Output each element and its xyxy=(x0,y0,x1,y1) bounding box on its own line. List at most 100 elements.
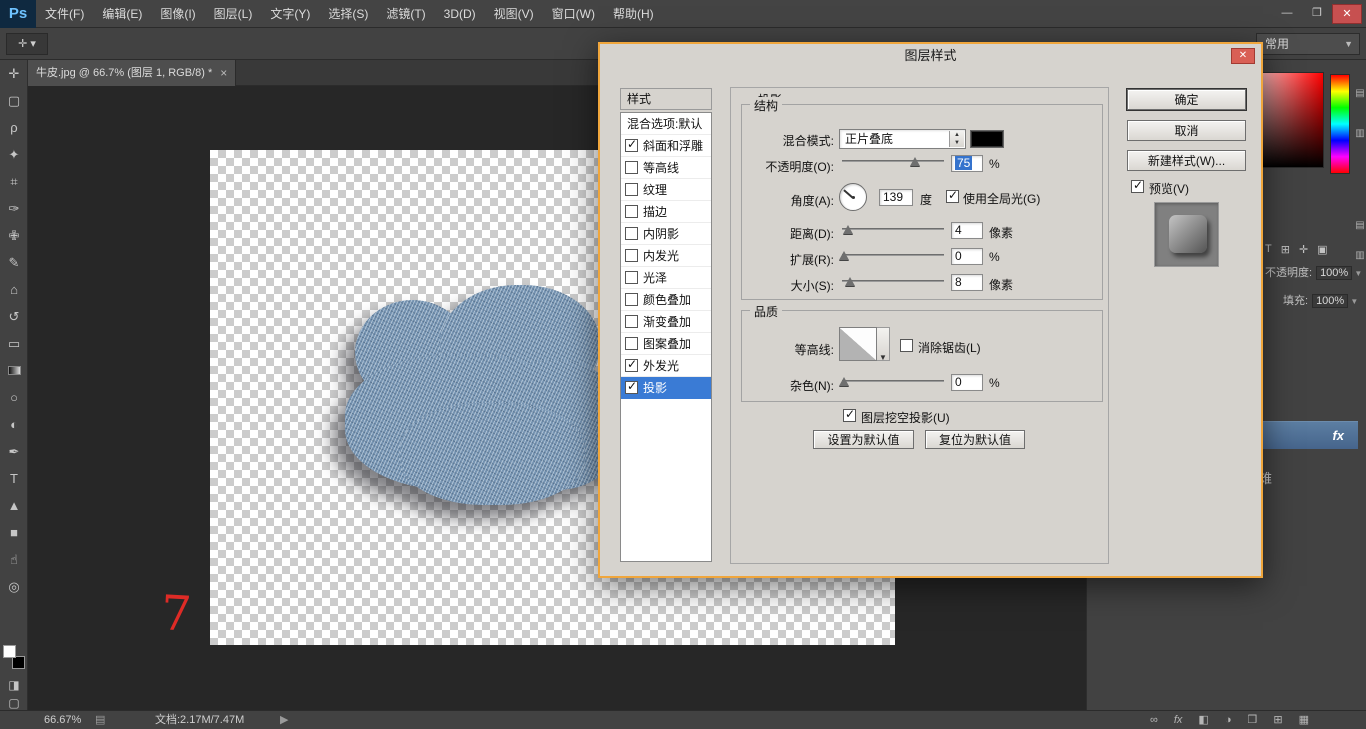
menu-help[interactable]: 帮助(H) xyxy=(604,0,663,28)
style-item-stroke[interactable]: 描边 xyxy=(621,201,711,223)
history-brush-tool-icon[interactable]: ↺ xyxy=(0,303,28,330)
menu-type[interactable]: 文字(Y) xyxy=(261,0,319,28)
ok-button[interactable]: 确定 xyxy=(1127,89,1246,110)
checkbox[interactable] xyxy=(625,161,638,174)
move-tool-icon[interactable]: ✛ xyxy=(0,60,28,87)
shape-tool-icon[interactable]: ■ xyxy=(0,519,28,546)
lock-pixels-icon[interactable]: ⊞ xyxy=(1281,243,1290,256)
screen-mode-icon[interactable]: ▢ xyxy=(0,696,28,710)
style-item-outer-glow[interactable]: 外发光 xyxy=(621,355,711,377)
set-default-button[interactable]: 设置为默认值 xyxy=(813,430,914,449)
menu-view[interactable]: 视图(V) xyxy=(485,0,543,28)
style-item-contour[interactable]: 等高线 xyxy=(621,157,711,179)
panel-dock-icon[interactable]: ▤ xyxy=(1353,88,1366,99)
layer-fill-value[interactable]: 100% xyxy=(1312,294,1348,308)
workspace-switcher[interactable]: 常用 ▼ xyxy=(1256,33,1360,55)
layer-effects-badge[interactable]: fx xyxy=(1332,428,1344,443)
slider-thumb[interactable] xyxy=(843,225,853,234)
status-expander-icon[interactable]: ▶ xyxy=(280,711,288,729)
menu-3d[interactable]: 3D(D) xyxy=(435,0,485,28)
slider-thumb[interactable] xyxy=(839,251,849,260)
menu-filter[interactable]: 滤镜(T) xyxy=(377,0,434,28)
distance-slider[interactable] xyxy=(842,221,944,237)
shadow-color-swatch[interactable] xyxy=(970,130,1004,148)
brush-tool-icon[interactable]: ✎ xyxy=(0,249,28,276)
chevron-down-icon[interactable]: ▼ xyxy=(1348,297,1358,306)
angle-dial[interactable] xyxy=(839,183,867,211)
menu-window[interactable]: 窗口(W) xyxy=(543,0,604,28)
style-item-blending-options[interactable]: 混合选项:默认 xyxy=(621,113,711,135)
style-item-gradient-overlay[interactable]: 渐变叠加 xyxy=(621,311,711,333)
contour-dropdown-icon[interactable]: ▼ xyxy=(877,327,890,361)
path-select-tool-icon[interactable]: ▲ xyxy=(0,492,28,519)
style-item-texture[interactable]: 纹理 xyxy=(621,179,711,201)
type-tool-icon[interactable]: T xyxy=(0,465,28,492)
antialias-checkbox[interactable] xyxy=(900,339,913,352)
blur-tool-icon[interactable]: ○ xyxy=(0,384,28,411)
size-slider[interactable] xyxy=(842,273,944,289)
healing-tool-icon[interactable]: ✙ xyxy=(0,222,28,249)
layer-mask-icon[interactable]: ◧ xyxy=(1198,711,1208,729)
new-style-button[interactable]: 新建样式(W)... xyxy=(1127,150,1246,171)
noise-slider[interactable] xyxy=(842,373,944,389)
gradient-tool-icon[interactable] xyxy=(0,357,28,384)
panel-dock-icon[interactable]: ▥ xyxy=(1353,128,1366,139)
distance-value-field[interactable]: 4 xyxy=(951,222,983,239)
size-value-field[interactable]: 8 xyxy=(951,274,983,291)
tab-close-icon[interactable]: × xyxy=(220,67,227,79)
spread-value-field[interactable]: 0 xyxy=(951,248,983,265)
move-tool-preset-icon[interactable]: ✛ ▾ xyxy=(6,33,48,55)
dialog-close-icon[interactable]: ✕ xyxy=(1231,48,1255,64)
delete-layer-icon[interactable]: ▦ xyxy=(1299,711,1309,729)
panel-dock-icon[interactable]: ▥ xyxy=(1353,250,1366,261)
style-item-bevel-emboss[interactable]: 斜面和浮雕 xyxy=(621,135,711,157)
foreground-background-colors[interactable] xyxy=(3,645,25,669)
reset-default-button[interactable]: 复位为默认值 xyxy=(925,430,1025,449)
close-button[interactable]: ✕ xyxy=(1332,4,1362,24)
checkbox[interactable] xyxy=(625,337,638,350)
angle-value-field[interactable]: 139 xyxy=(879,189,913,206)
checkbox[interactable] xyxy=(625,293,638,306)
lock-all-icon[interactable]: ▣ xyxy=(1317,243,1327,256)
quick-mask-icon[interactable]: ◨ xyxy=(0,678,28,692)
restore-button[interactable]: ❐ xyxy=(1302,4,1332,24)
checkbox-checked[interactable] xyxy=(625,359,638,372)
marquee-tool-icon[interactable]: ▢ xyxy=(0,87,28,114)
checkbox[interactable] xyxy=(625,271,638,284)
checkbox-checked[interactable] xyxy=(625,139,638,152)
layer-opacity-value[interactable]: 100% xyxy=(1316,266,1352,280)
global-light-checkbox[interactable] xyxy=(946,190,959,203)
eyedropper-tool-icon[interactable]: ✑ xyxy=(0,195,28,222)
checkbox[interactable] xyxy=(625,205,638,218)
panel-dock-icon[interactable]: ▤ xyxy=(1353,220,1366,231)
checkbox-checked[interactable] xyxy=(625,381,638,394)
layer-knockout-checkbox[interactable] xyxy=(843,409,856,422)
quick-select-tool-icon[interactable]: ✦ xyxy=(0,141,28,168)
zoom-level[interactable]: 66.67% xyxy=(44,711,81,729)
menu-layer[interactable]: 图层(L) xyxy=(205,0,262,28)
style-item-satin[interactable]: 光泽 xyxy=(621,267,711,289)
opacity-slider[interactable] xyxy=(842,153,944,169)
style-item-inner-glow[interactable]: 内发光 xyxy=(621,245,711,267)
layer-group-icon[interactable]: ❒ xyxy=(1247,711,1257,729)
chevron-down-icon[interactable]: ▼ xyxy=(1352,269,1362,278)
blend-mode-dropdown[interactable]: 正片叠底 xyxy=(839,129,966,149)
dodge-tool-icon[interactable]: ◐ xyxy=(0,411,28,438)
style-item-pattern-overlay[interactable]: 图案叠加 xyxy=(621,333,711,355)
menu-edit[interactable]: 编辑(E) xyxy=(93,0,151,28)
contour-thumbnail[interactable] xyxy=(839,327,877,361)
layer-style-icon[interactable]: fx xyxy=(1174,711,1183,729)
link-layers-icon[interactable]: ∞ xyxy=(1150,711,1158,729)
lock-type-icon[interactable]: T xyxy=(1265,243,1272,256)
style-item-inner-shadow[interactable]: 内阴影 xyxy=(621,223,711,245)
spinner-arrows-icon[interactable] xyxy=(949,131,964,147)
opacity-value-field[interactable]: 75 xyxy=(951,155,983,172)
slider-thumb[interactable] xyxy=(845,277,855,286)
zoom-tool-icon[interactable]: ◎ xyxy=(0,573,28,600)
slider-thumb[interactable] xyxy=(910,157,920,166)
adjustment-layer-icon[interactable]: ◑ xyxy=(1225,711,1232,729)
slider-thumb[interactable] xyxy=(839,377,849,386)
eraser-tool-icon[interactable]: ▭ xyxy=(0,330,28,357)
spread-slider[interactable] xyxy=(842,247,944,263)
new-layer-icon[interactable]: ⊞ xyxy=(1273,711,1282,729)
